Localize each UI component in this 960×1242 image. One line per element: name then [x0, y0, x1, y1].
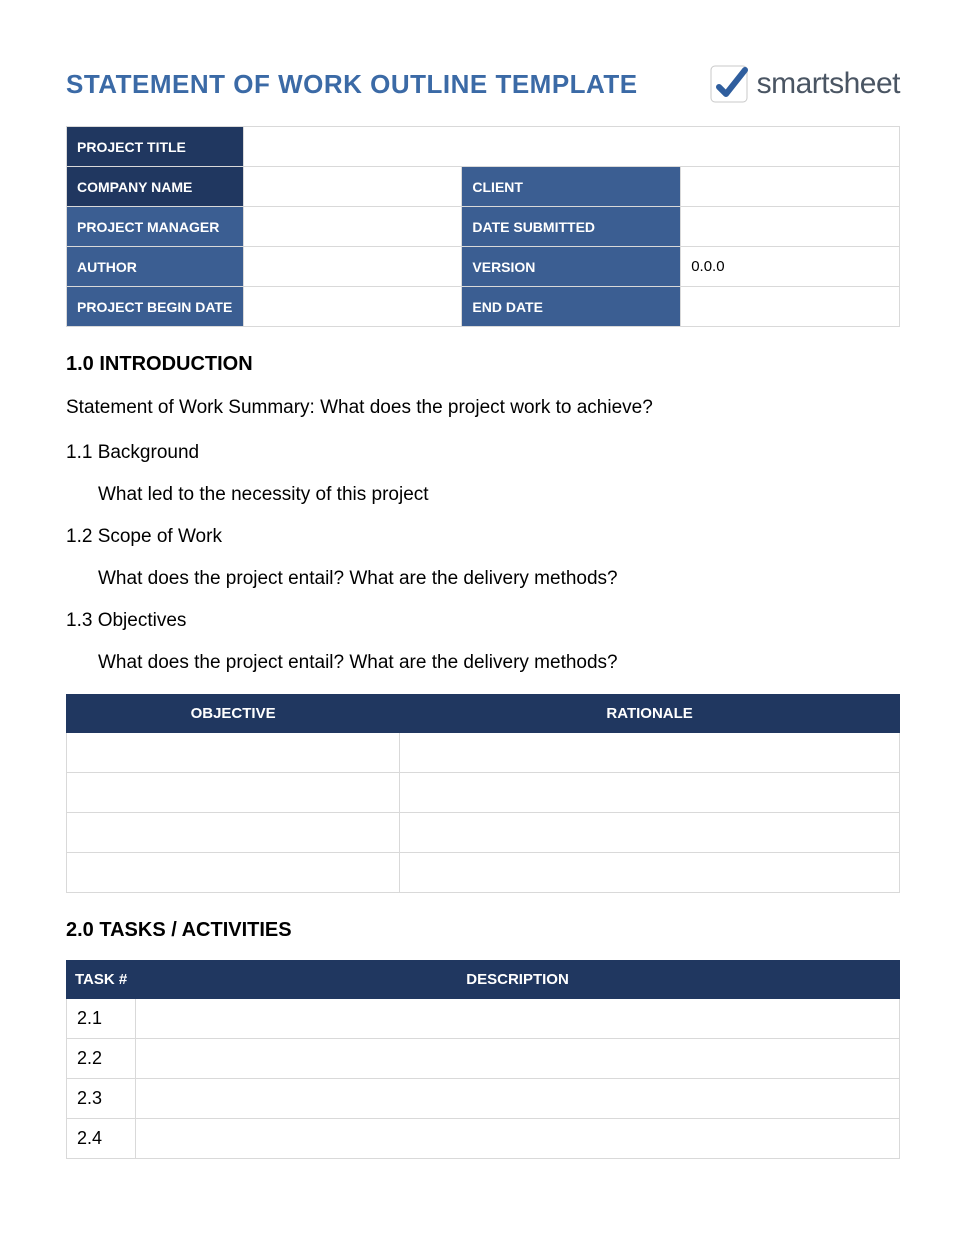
col-task-desc: DESCRIPTION — [136, 960, 900, 998]
logo-text-a: smart — [757, 67, 830, 100]
col-rationale: RATIONALE — [400, 694, 900, 732]
value-version[interactable]: 0.0.0 — [681, 247, 900, 287]
value-author[interactable] — [243, 247, 462, 287]
table-row: 2.3 — [67, 1078, 900, 1118]
heading-1-3: 1.3 Objectives — [66, 610, 900, 632]
label-project-title: PROJECT TITLE — [67, 127, 244, 167]
cell-rationale[interactable] — [400, 772, 900, 812]
table-row: 2.4 — [67, 1118, 900, 1158]
text-1-3-body: What does the project entail? What are t… — [98, 652, 900, 674]
cell-rationale[interactable] — [400, 852, 900, 892]
cell-objective[interactable] — [67, 812, 400, 852]
tasks-table: TASK # DESCRIPTION 2.1 2.2 2.3 2.4 — [66, 960, 900, 1159]
cell-task-num: 2.1 — [67, 998, 136, 1038]
value-project-manager[interactable] — [243, 207, 462, 247]
cell-task-desc[interactable] — [136, 1038, 900, 1078]
document-title: STATEMENT OF WORK OUTLINE TEMPLATE — [66, 69, 638, 100]
col-task-num: TASK # — [67, 960, 136, 998]
table-row — [67, 732, 900, 772]
cell-task-num: 2.2 — [67, 1038, 136, 1078]
cell-task-desc[interactable] — [136, 998, 900, 1038]
cell-task-num: 2.3 — [67, 1078, 136, 1118]
table-row — [67, 812, 900, 852]
label-project-manager: PROJECT MANAGER — [67, 207, 244, 247]
col-objective: OBJECTIVE — [67, 694, 400, 732]
cell-task-desc[interactable] — [136, 1078, 900, 1118]
value-date-submitted[interactable] — [681, 207, 900, 247]
cell-rationale[interactable] — [400, 732, 900, 772]
heading-introduction: 1.0 INTRODUCTION — [66, 353, 900, 376]
label-client: CLIENT — [462, 167, 681, 207]
brand-logo: smartsheet — [705, 60, 900, 108]
text-1-1-body: What led to the necessity of this projec… — [98, 484, 900, 506]
project-meta-table: PROJECT TITLE COMPANY NAME CLIENT PROJEC… — [66, 126, 900, 327]
label-version: VERSION — [462, 247, 681, 287]
text-summary: Statement of Work Summary: What does the… — [66, 394, 900, 422]
label-begin-date: PROJECT BEGIN DATE — [67, 287, 244, 327]
table-row — [67, 852, 900, 892]
cell-objective[interactable] — [67, 732, 400, 772]
value-client[interactable] — [681, 167, 900, 207]
text-1-2-body: What does the project entail? What are t… — [98, 568, 900, 590]
cell-task-desc[interactable] — [136, 1118, 900, 1158]
table-row: 2.1 — [67, 998, 900, 1038]
label-date-submitted: DATE SUBMITTED — [462, 207, 681, 247]
heading-tasks: 2.0 TASKS / ACTIVITIES — [66, 919, 900, 942]
value-begin-date[interactable] — [243, 287, 462, 327]
cell-objective[interactable] — [67, 772, 400, 812]
label-end-date: END DATE — [462, 287, 681, 327]
table-row — [67, 772, 900, 812]
value-company-name[interactable] — [243, 167, 462, 207]
value-project-title[interactable] — [243, 127, 899, 167]
value-end-date[interactable] — [681, 287, 900, 327]
cell-task-num: 2.4 — [67, 1118, 136, 1158]
heading-1-1: 1.1 Background — [66, 442, 900, 464]
objectives-table: OBJECTIVE RATIONALE — [66, 694, 900, 893]
logo-text-b: sheet — [829, 67, 900, 100]
label-author: AUTHOR — [67, 247, 244, 287]
cell-objective[interactable] — [67, 852, 400, 892]
checkmark-icon — [705, 60, 753, 108]
cell-rationale[interactable] — [400, 812, 900, 852]
label-company-name: COMPANY NAME — [67, 167, 244, 207]
table-row: 2.2 — [67, 1038, 900, 1078]
heading-1-2: 1.2 Scope of Work — [66, 526, 900, 548]
